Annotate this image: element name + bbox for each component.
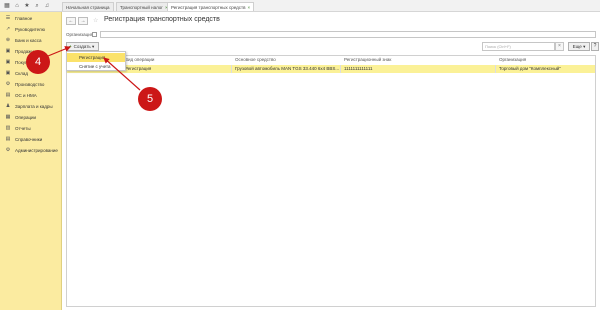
annotation-arrow-5 <box>103 57 141 91</box>
annotation-arrow-4 <box>47 46 71 57</box>
annotation-badge-4: 4 <box>26 50 50 74</box>
annotation-badge-5: 5 <box>138 87 162 111</box>
annotation-arrows <box>47 46 141 91</box>
